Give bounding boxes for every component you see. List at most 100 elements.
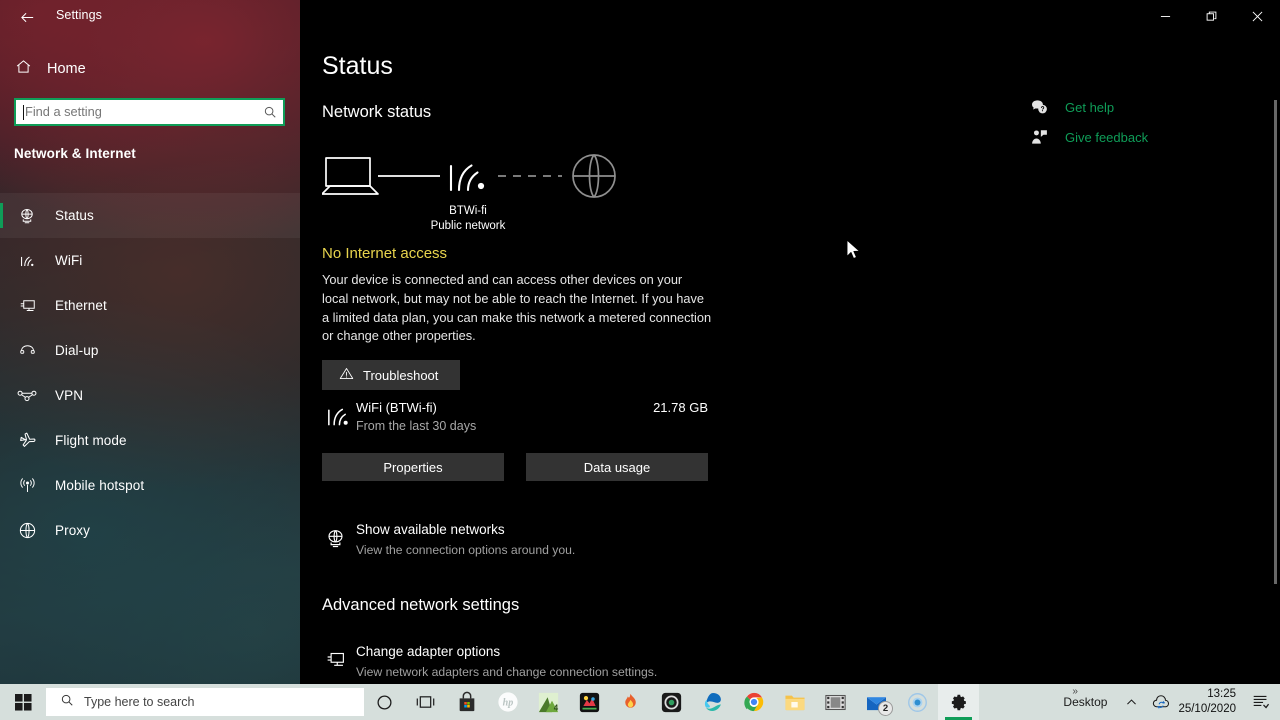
wifi-icon — [449, 164, 485, 192]
change-adapter-title: Change adapter options — [356, 644, 501, 659]
window-title: Settings — [56, 8, 102, 22]
recorder-icon[interactable] — [897, 684, 938, 720]
change-adapter-subtitle: View network adapters and change connect… — [356, 665, 658, 679]
search-icon — [263, 105, 277, 119]
sidebar-item-label: Mobile hotspot — [55, 478, 145, 493]
globe-icon — [325, 528, 346, 554]
window-titlebar: Settings — [0, 0, 1280, 32]
feedback-person-icon — [1030, 129, 1048, 145]
hp-icon[interactable]: hp — [487, 684, 528, 720]
system-tray: » Desktop 13:25 25/10/2020 — [1054, 684, 1280, 720]
sidebar-item-flight-mode[interactable]: Flight mode — [0, 418, 300, 463]
ethernet-icon — [16, 297, 38, 315]
taskbar-search-input[interactable]: Type here to search — [46, 688, 364, 716]
show-networks-subtitle: View the connection options around you. — [356, 543, 576, 557]
help-chat-icon — [1030, 99, 1048, 115]
clock-date: 25/10/2020 — [1178, 703, 1236, 715]
search-icon — [60, 693, 74, 712]
sidebar-home-label: Home — [47, 61, 86, 77]
taskbar-items: hp 4 2 — [364, 684, 979, 720]
desktop-peek-label[interactable]: » Desktop — [1054, 686, 1116, 709]
properties-label: Properties — [383, 459, 443, 475]
flame-app-icon[interactable] — [610, 684, 651, 720]
colorful-app-icon[interactable] — [569, 684, 610, 720]
get-help-link[interactable]: Get help — [1030, 92, 1260, 122]
sidebar-item-home[interactable]: Home — [0, 54, 300, 84]
data-usage-period: From the last 30 days — [356, 419, 477, 433]
sidebar-item-label: Ethernet — [55, 298, 107, 313]
search-placeholder: Find a setting — [25, 103, 102, 119]
give-feedback-link[interactable]: Give feedback — [1030, 122, 1260, 152]
google-chrome-icon[interactable] — [733, 684, 774, 720]
svg-text:4: 4 — [554, 703, 559, 712]
sidebar-item-label: VPN — [55, 388, 84, 403]
dark-circle-app-icon[interactable] — [651, 684, 692, 720]
data-usage-button[interactable]: Data usage — [526, 453, 708, 481]
troubleshoot-button[interactable]: Troubleshoot — [322, 360, 460, 390]
sidebar-item-wifi[interactable]: WiFi — [0, 238, 300, 283]
show-available-networks-link[interactable]: Show available networks View the connect… — [322, 522, 722, 562]
sidebar-item-proxy[interactable]: Proxy — [0, 508, 300, 553]
sidebar-item-label: WiFi — [55, 253, 83, 268]
sidebar-item-label: Dial-up — [55, 343, 99, 358]
sidebar-item-mobile-hotspot[interactable]: Mobile hotspot — [0, 463, 300, 508]
network-status-heading: Network status — [322, 103, 432, 121]
sidebar-item-vpn[interactable]: VPN — [0, 373, 300, 418]
cloud-sync-icon[interactable] — [1146, 684, 1176, 720]
settings-screen: Home Find a setting Network & Internet S… — [0, 0, 1280, 720]
sidebar-item-status[interactable]: Status — [0, 193, 300, 238]
advanced-settings-heading: Advanced network settings — [322, 596, 520, 614]
status-globe-icon — [16, 207, 38, 225]
task-view-icon[interactable] — [405, 684, 446, 720]
sidebar-item-label: Flight mode — [55, 433, 127, 448]
help-links: Get help Give feedback — [1030, 92, 1260, 152]
clock[interactable]: 13:25 25/10/2020 — [1176, 687, 1244, 717]
sidebar-item-dialup[interactable]: Dial-up — [0, 328, 300, 373]
change-adapter-options-link[interactable]: Change adapter options View network adap… — [322, 644, 722, 684]
troubleshoot-label: Troubleshoot — [363, 367, 439, 383]
microsoft-edge-icon[interactable] — [692, 684, 733, 720]
settings-gear-icon[interactable] — [938, 684, 979, 720]
dialup-phone-icon — [16, 342, 38, 360]
search-input[interactable]: Find a setting — [14, 98, 285, 126]
close-button[interactable] — [1234, 0, 1280, 32]
wifi-icon — [16, 252, 38, 269]
window-controls — [1142, 0, 1280, 32]
data-usage-adapter: WiFi (BTWi-fi) — [356, 400, 437, 415]
wifi-icon — [325, 405, 350, 432]
hotspot-icon — [16, 477, 38, 495]
taskbar: Type here to search hp 4 2 » Desktop 13:… — [0, 684, 1280, 720]
clock-time: 13:25 — [1207, 688, 1236, 700]
text-caret — [23, 104, 24, 120]
data-usage-button-label: Data usage — [583, 459, 651, 475]
globe-icon — [572, 154, 616, 198]
restore-button[interactable] — [1188, 0, 1234, 32]
chevron-up-icon[interactable] — [1116, 684, 1146, 720]
microsoft-store-icon[interactable] — [446, 684, 487, 720]
green-app-icon[interactable]: 4 — [528, 684, 569, 720]
status-headline: No Internet access — [322, 245, 448, 262]
warning-triangle-icon — [339, 366, 354, 384]
back-button[interactable] — [8, 3, 46, 31]
content-scrollbar[interactable] — [1274, 100, 1277, 584]
file-explorer-icon[interactable] — [774, 684, 815, 720]
show-networks-title: Show available networks — [356, 522, 505, 537]
diagram-network-label: BTWi-fi Public network — [398, 204, 538, 234]
minimize-button[interactable] — [1142, 0, 1188, 32]
properties-button[interactable]: Properties — [322, 453, 504, 481]
mail-icon[interactable]: 2 — [856, 684, 897, 720]
status-description: Your device is connected and can access … — [322, 272, 712, 344]
mail-badge: 2 — [878, 701, 893, 716]
globe-icon — [16, 521, 38, 540]
start-button[interactable] — [0, 684, 46, 720]
get-help-label: Get help — [1065, 99, 1115, 115]
chevrons-right-icon: » — [1072, 686, 1078, 697]
data-usage-amount: 21.78 GB — [653, 400, 708, 415]
vpn-icon — [16, 388, 38, 403]
sidebar-category-title: Network & Internet — [14, 146, 136, 161]
sidebar-item-ethernet[interactable]: Ethernet — [0, 283, 300, 328]
cortana-icon[interactable] — [364, 684, 405, 720]
action-center-icon[interactable] — [1244, 684, 1276, 720]
media-film-icon[interactable] — [815, 684, 856, 720]
settings-content: Status Network status BTWi-fi Public net… — [300, 32, 1280, 684]
